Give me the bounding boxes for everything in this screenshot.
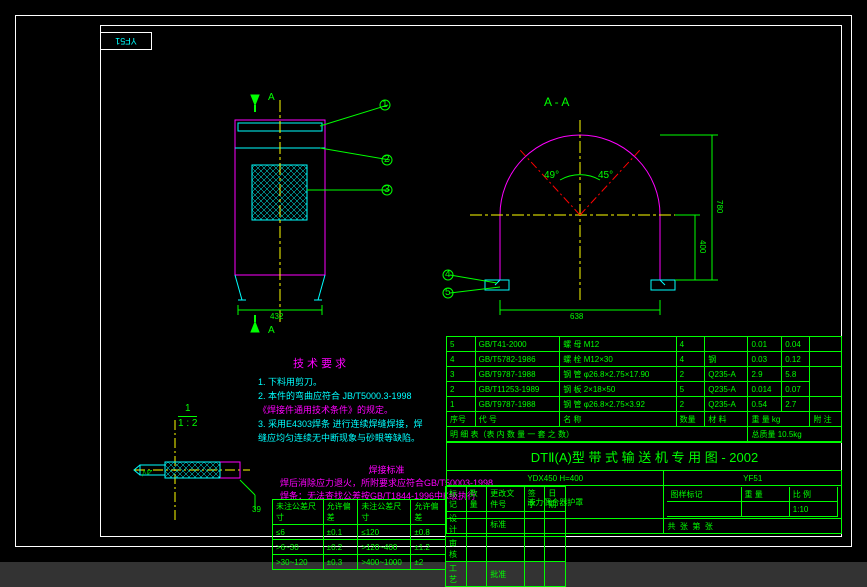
table-row: 1GB/T9787-1988钢 管 φ26.8×2.75×3.922Q235-A… <box>447 397 842 412</box>
note-2: 2. 本件的弯曲应符合 JB/T5000.3-1998 <box>258 389 423 403</box>
table-row: 5GB/T41-2000螺 母 M1240.010.04 <box>447 337 842 352</box>
notes-title: 技 术 要 求 <box>293 355 346 371</box>
detail-num: 1 <box>185 403 191 414</box>
bom-detail: 明 细 表（表 内 数 量 一 套 之 数）总质量 10.5kg <box>447 427 842 442</box>
callout-4: 4 <box>445 269 451 280</box>
sig-table: 标记数量更改文件号签字日期 设计标准 审核 工艺批准 <box>445 486 566 587</box>
angle-2: 45° <box>598 170 613 181</box>
angle-1: 49° <box>544 170 559 181</box>
detail-dim: 39 <box>252 505 261 514</box>
code: YF51 <box>664 471 842 486</box>
dim-h2: 400 <box>698 240 707 253</box>
note-4: 3. 采用E4303焊条 进行连续焊缝焊接，焊 <box>258 417 423 431</box>
model: YDX450 H=400 <box>447 471 664 486</box>
table-row: 2GB/T11253-1989钢 板 2×18×505Q235-A0.0140.… <box>447 382 842 397</box>
callout-2: 2 <box>384 154 390 165</box>
table-row: 3GB/T9787-1988钢 管 φ26.8×2.75×17.902Q235-… <box>447 367 842 382</box>
bom-table: 5GB/T41-2000螺 母 M1240.010.04 4GB/T5782-1… <box>446 336 842 442</box>
callout-3: 3 <box>384 184 390 195</box>
detail-scale: 1 : 2 <box>178 416 197 429</box>
note-1: 1. 下料用剪刀。 <box>258 375 423 389</box>
section-mark-top: A <box>268 92 275 103</box>
bom-header: 序号代 号名 称数量材 料重 量 kg附 注 <box>447 412 842 427</box>
section-mark-bottom: A <box>268 325 275 336</box>
note-3: 《焊接件通用技术条件》的规定。 <box>258 403 423 417</box>
dim-wl: 432 <box>270 312 283 321</box>
cad-canvas: YF51 <box>0 0 867 562</box>
weld-sym: ⊿√ <box>142 468 153 477</box>
section-label: A - A <box>544 95 569 109</box>
tol-table: 未注公差尺寸允许偏差未注公差尺寸允许偏差 ≤6±0.1≤120±0.8 >6~3… <box>272 499 446 570</box>
title-main: DTⅡ(A)型 带 式 输 送 机 专 用 图 - 2002 <box>447 443 842 471</box>
callout-5: 5 <box>445 287 451 298</box>
note-5: 缝应均匀连续无中断现象与砂眼等缺陷。 <box>258 431 423 445</box>
tech-notes: 技 术 要 求 1. 下料用剪刀。 2. 本件的弯曲应符合 JB/T5000.3… <box>258 355 423 445</box>
dim-wb: 638 <box>570 312 583 321</box>
dim-h1: 780 <box>715 200 724 213</box>
callout-1: 1 <box>382 99 388 110</box>
table-row: 4GB/T5782-1986螺 栓 M12×304钢0.030.12 <box>447 352 842 367</box>
